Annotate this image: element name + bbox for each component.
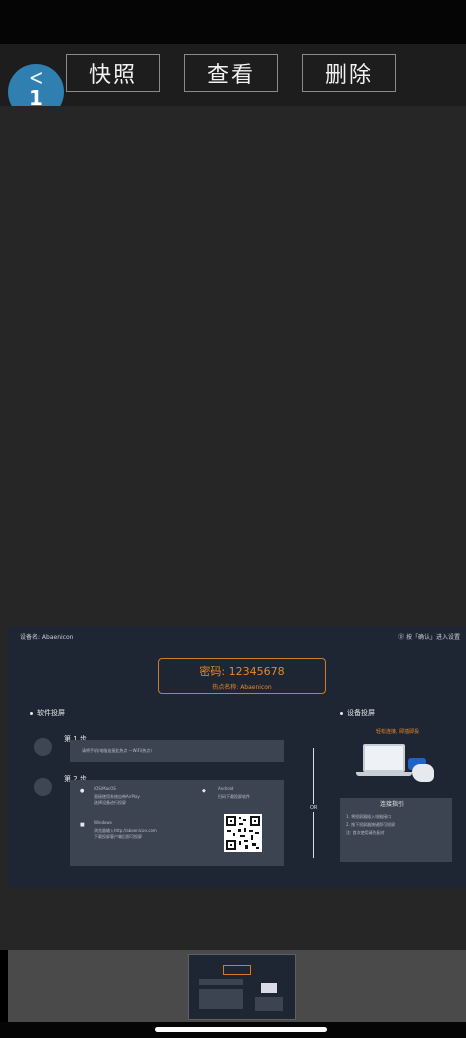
bullet-icon (30, 711, 33, 715)
wifi-icon (34, 738, 52, 756)
device-section-title: 设备投屏 (340, 708, 375, 718)
hotspot-text: 热点名称: Abaenicon (212, 684, 272, 691)
snapshot-button[interactable]: 快照 (66, 54, 160, 92)
mac-title: iOS/MacOS (94, 786, 116, 791)
thumb-panel (199, 979, 243, 985)
home-indicator[interactable] (155, 1027, 327, 1032)
intro-text1: 1. 将投屏器插入电脑接口 (346, 814, 392, 819)
app-root: 快照 查看 删除 < 1 设备名: Abaenicon ⓪ 按「确认」进入设置 … (0, 0, 466, 1038)
delete-button[interactable]: 删除 (302, 54, 396, 92)
step1-text: 请将手机/电脑连接此热点 —WiFi(热点) (82, 748, 152, 753)
mac-text2: 选择设备进行投屏 (94, 800, 126, 805)
device-name: 设备名: Abaenicon (20, 634, 74, 641)
status-bar (0, 0, 466, 44)
password-box: 密码: 12345678 热点名称: Abaenicon (158, 658, 326, 694)
device-hint: 轻松连接, 即插即投 (376, 729, 420, 735)
thumb-panel (255, 997, 283, 1011)
intro-text2: 2. 按下投屏器按键即可投屏 (346, 822, 396, 827)
hand-icon (412, 764, 434, 782)
software-section-title: 软件投屏 (30, 708, 65, 718)
thumb-password-box (223, 965, 251, 975)
laptop-icon (363, 744, 405, 772)
step2-panel: ● iOS/MacOS 直接使用系统自带AirPlay 选择设备进行投屏 ■ W… (70, 780, 284, 866)
settings-hint: ⓪ 按「确认」进入设置 (398, 634, 460, 641)
toolbar: 快照 查看 删除 (0, 44, 466, 106)
windows-icon: ■ (80, 822, 85, 828)
intro-panel: 连接指引 1. 将投屏器插入电脑接口 2. 按下投屏器按键即可投屏 注: 首次使… (340, 798, 452, 862)
laptop-base (356, 772, 412, 776)
windows-title: Windows (94, 820, 112, 825)
windows-text2: 下载投屏客户端后即可投屏 (94, 834, 142, 839)
intro-text3: 注: 首次使用请先配对 (346, 830, 385, 835)
password-text: 密码: 12345678 (199, 665, 285, 678)
apple-icon: ● (80, 788, 85, 794)
thumbnail-selected[interactable] (188, 954, 296, 1020)
projected-screen-image: 设备名: Abaenicon ⓪ 按「确认」进入设置 密码: 12345678 … (8, 626, 466, 888)
thumb-laptop (261, 983, 277, 993)
monitor-icon (34, 778, 52, 796)
android-title: Android (218, 786, 234, 791)
qr-code-image (224, 814, 262, 852)
viewer-bottom (8, 888, 466, 950)
android-text: 扫码下载投屏软件 (218, 794, 250, 799)
thumb-panel (199, 989, 243, 1009)
android-icon: ◆ (202, 788, 206, 794)
intro-title: 连接指引 (380, 801, 405, 808)
or-label: OR (310, 804, 318, 812)
divider (313, 748, 314, 858)
step1-panel: 请将手机/电脑连接此热点 —WiFi(热点) (70, 740, 284, 762)
bullet-icon (340, 711, 343, 715)
view-button[interactable]: 查看 (184, 54, 278, 92)
